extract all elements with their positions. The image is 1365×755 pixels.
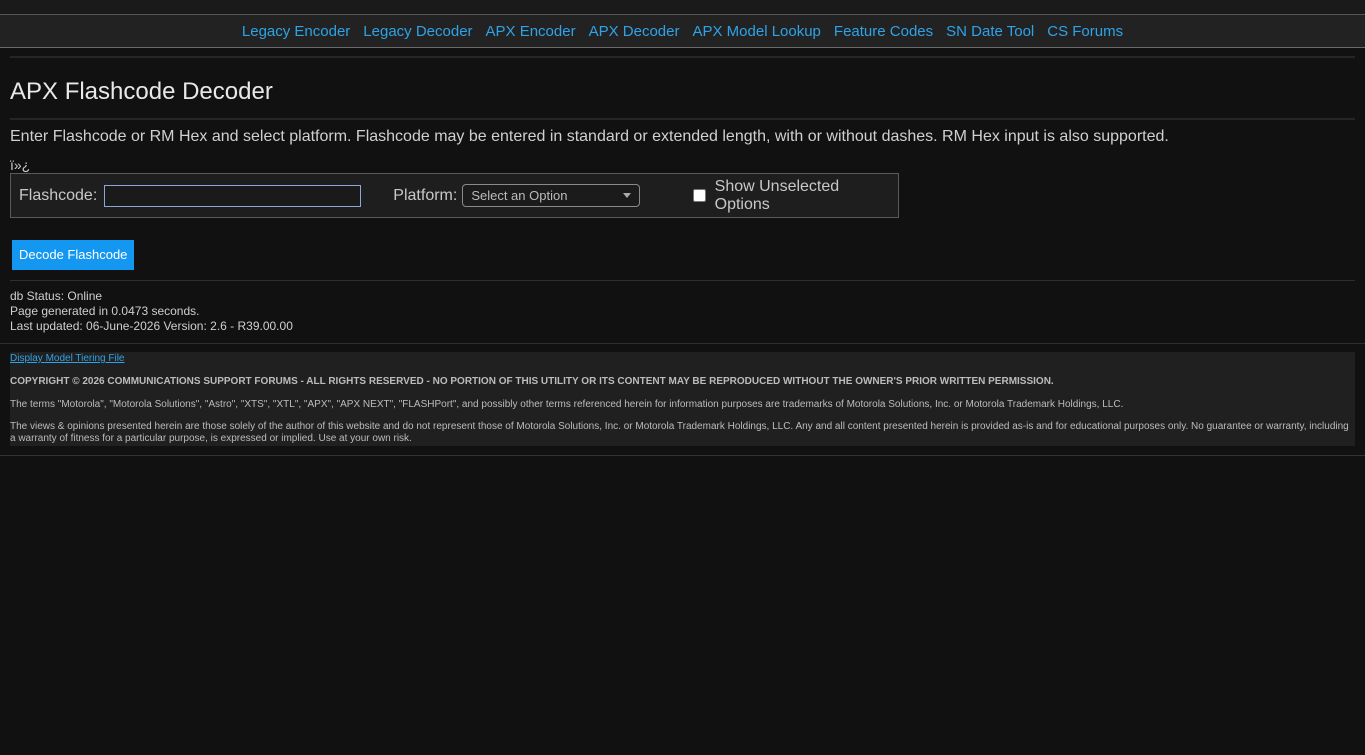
decode-flashcode-button[interactable]: Decode Flashcode: [12, 240, 135, 270]
chevron-down-icon: [622, 193, 631, 198]
nav-apx-model-lookup[interactable]: APX Model Lookup: [692, 23, 820, 40]
nav-sn-date-tool[interactable]: SN Date Tool: [946, 23, 1034, 40]
nav-legacy-decoder[interactable]: Legacy Decoder: [363, 23, 472, 40]
nav-apx-encoder[interactable]: APX Encoder: [486, 23, 576, 40]
show-unselected-toggle[interactable]: Show Unselected Options: [692, 177, 898, 214]
disclaimer-text: The views & opinions presented herein ar…: [10, 421, 1349, 444]
platform-label: Platform:: [393, 186, 458, 204]
top-strip: [0, 0, 1365, 15]
platform-select[interactable]: Select an Option: [462, 184, 640, 207]
platform-selected-value: Select an Option: [471, 188, 568, 203]
show-unselected-label: Show Unselected Options: [714, 177, 840, 213]
nav-apx-decoder[interactable]: APX Decoder: [589, 23, 680, 40]
nav-cs-forums[interactable]: CS Forums: [1047, 23, 1123, 40]
top-nav: Legacy Encoder Legacy Decoder APX Encode…: [0, 15, 1365, 48]
copyright-text: COPYRIGHT © 2026 COMMUNICATIONS SUPPORT …: [10, 376, 1054, 387]
nav-legacy-encoder[interactable]: Legacy Encoder: [242, 23, 350, 40]
stray-characters: ï»¿: [10, 157, 31, 173]
model-tiering-link[interactable]: Display Model Tiering File: [10, 352, 125, 364]
flashcode-label: Flashcode:: [19, 186, 98, 204]
decode-form: Flashcode: Platform: Select an Option Sh…: [10, 173, 899, 218]
page-title: APX Flashcode Decoder: [10, 78, 273, 105]
db-status: db Status: Online: [10, 289, 103, 303]
main-content: APX Flashcode Decoder Enter Flashcode or…: [0, 58, 1365, 334]
divider: [0, 343, 1365, 344]
divider: [0, 455, 1365, 456]
trademark-text: The terms "Motorola", "Motorola Solution…: [10, 399, 1124, 410]
flashcode-input[interactable]: [104, 184, 362, 207]
show-unselected-checkbox[interactable]: [692, 189, 706, 202]
generation-time: Page generated in 0.0473 seconds.: [10, 304, 200, 318]
footer: Display Model Tiering File COPYRIGHT © 2…: [10, 352, 1355, 446]
status-block: db Status: Online Page generated in 0.04…: [10, 281, 1355, 334]
intro-text: Enter Flashcode or RM Hex and select pla…: [10, 128, 1169, 145]
last-updated: Last updated: 06-June-2026 Version: 2.6 …: [10, 319, 293, 333]
nav-feature-codes[interactable]: Feature Codes: [834, 23, 933, 40]
